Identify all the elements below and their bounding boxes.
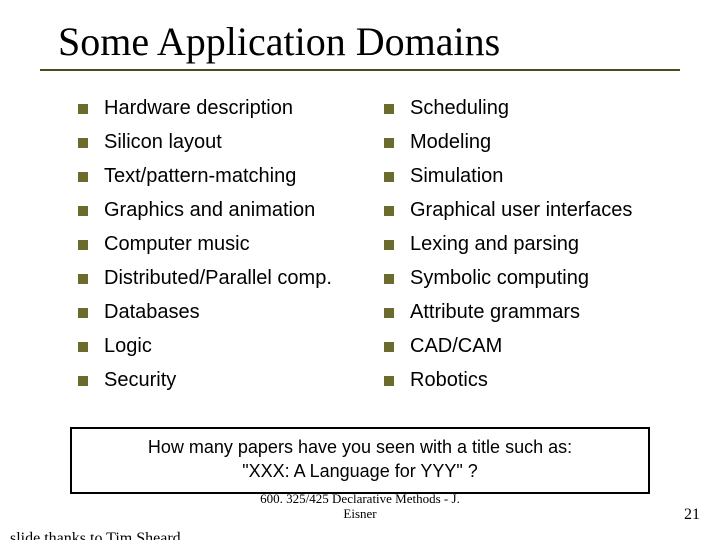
list-item-label: Attribute grammars <box>410 297 580 328</box>
list-item-label: Databases <box>104 297 200 328</box>
square-bullet-icon <box>384 206 394 216</box>
list-item: Lexing and parsing <box>384 229 680 260</box>
list-item-label: Graphics and animation <box>104 195 315 226</box>
square-bullet-icon <box>78 376 88 386</box>
list-item: Modeling <box>384 127 680 158</box>
square-bullet-icon <box>78 308 88 318</box>
list-item: Scheduling <box>384 93 680 124</box>
list-item: Symbolic computing <box>384 263 680 294</box>
footer-center-line-2: Eisner <box>0 506 720 522</box>
list-item: Graphics and animation <box>78 195 374 226</box>
list-item: Hardware description <box>78 93 374 124</box>
list-item: Distributed/Parallel comp. <box>78 263 374 294</box>
square-bullet-icon <box>384 104 394 114</box>
list-item-label: Modeling <box>410 127 491 158</box>
footer-center-line-1: 600. 325/425 Declarative Methods - J. <box>0 491 720 507</box>
list-item-label: Silicon layout <box>104 127 222 158</box>
list-item-label: Graphical user interfaces <box>410 195 632 226</box>
list-item: Attribute grammars <box>384 297 680 328</box>
content-columns: Hardware descriptionSilicon layoutText/p… <box>0 93 720 399</box>
right-column: SchedulingModelingSimulationGraphical us… <box>384 93 680 399</box>
callout-line-2: "XXX: A Language for YYY" ? <box>84 459 636 483</box>
list-item-label: Distributed/Parallel comp. <box>104 263 332 294</box>
square-bullet-icon <box>384 308 394 318</box>
square-bullet-icon <box>384 376 394 386</box>
list-item: Graphical user interfaces <box>384 195 680 226</box>
list-item-label: Lexing and parsing <box>410 229 579 260</box>
square-bullet-icon <box>78 342 88 352</box>
slide-title: Some Application Domains <box>58 18 720 65</box>
list-item: Silicon layout <box>78 127 374 158</box>
list-item-label: Logic <box>104 331 152 362</box>
square-bullet-icon <box>384 274 394 284</box>
list-item-label: Symbolic computing <box>410 263 589 294</box>
footer-center: 600. 325/425 Declarative Methods - J. Ei… <box>0 491 720 522</box>
square-bullet-icon <box>78 274 88 284</box>
square-bullet-icon <box>384 138 394 148</box>
list-item: Security <box>78 365 374 396</box>
list-item-label: Security <box>104 365 176 396</box>
slide-number: 21 <box>684 506 700 524</box>
list-item-label: Hardware description <box>104 93 293 124</box>
list-item: Databases <box>78 297 374 328</box>
list-item: Computer music <box>78 229 374 260</box>
square-bullet-icon <box>78 206 88 216</box>
list-item-label: Computer music <box>104 229 250 260</box>
list-item-label: Scheduling <box>410 93 509 124</box>
slide: Some Application Domains Hardware descri… <box>0 18 720 540</box>
list-item: Text/pattern-matching <box>78 161 374 192</box>
square-bullet-icon <box>78 240 88 250</box>
list-item: Robotics <box>384 365 680 396</box>
square-bullet-icon <box>78 138 88 148</box>
title-underline <box>40 69 680 71</box>
square-bullet-icon <box>78 104 88 114</box>
square-bullet-icon <box>384 342 394 352</box>
list-item-label: CAD/CAM <box>410 331 502 362</box>
footer-left: slide thanks to Tim Sheard <box>10 530 181 540</box>
list-item-label: Text/pattern-matching <box>104 161 296 192</box>
square-bullet-icon <box>78 172 88 182</box>
callout-box: How many papers have you seen with a tit… <box>70 427 650 494</box>
list-item: Logic <box>78 331 374 362</box>
callout-line-1: How many papers have you seen with a tit… <box>84 435 636 459</box>
list-item: Simulation <box>384 161 680 192</box>
left-column: Hardware descriptionSilicon layoutText/p… <box>78 93 374 399</box>
list-item-label: Robotics <box>410 365 488 396</box>
list-item-label: Simulation <box>410 161 503 192</box>
square-bullet-icon <box>384 240 394 250</box>
list-item: CAD/CAM <box>384 331 680 362</box>
square-bullet-icon <box>384 172 394 182</box>
